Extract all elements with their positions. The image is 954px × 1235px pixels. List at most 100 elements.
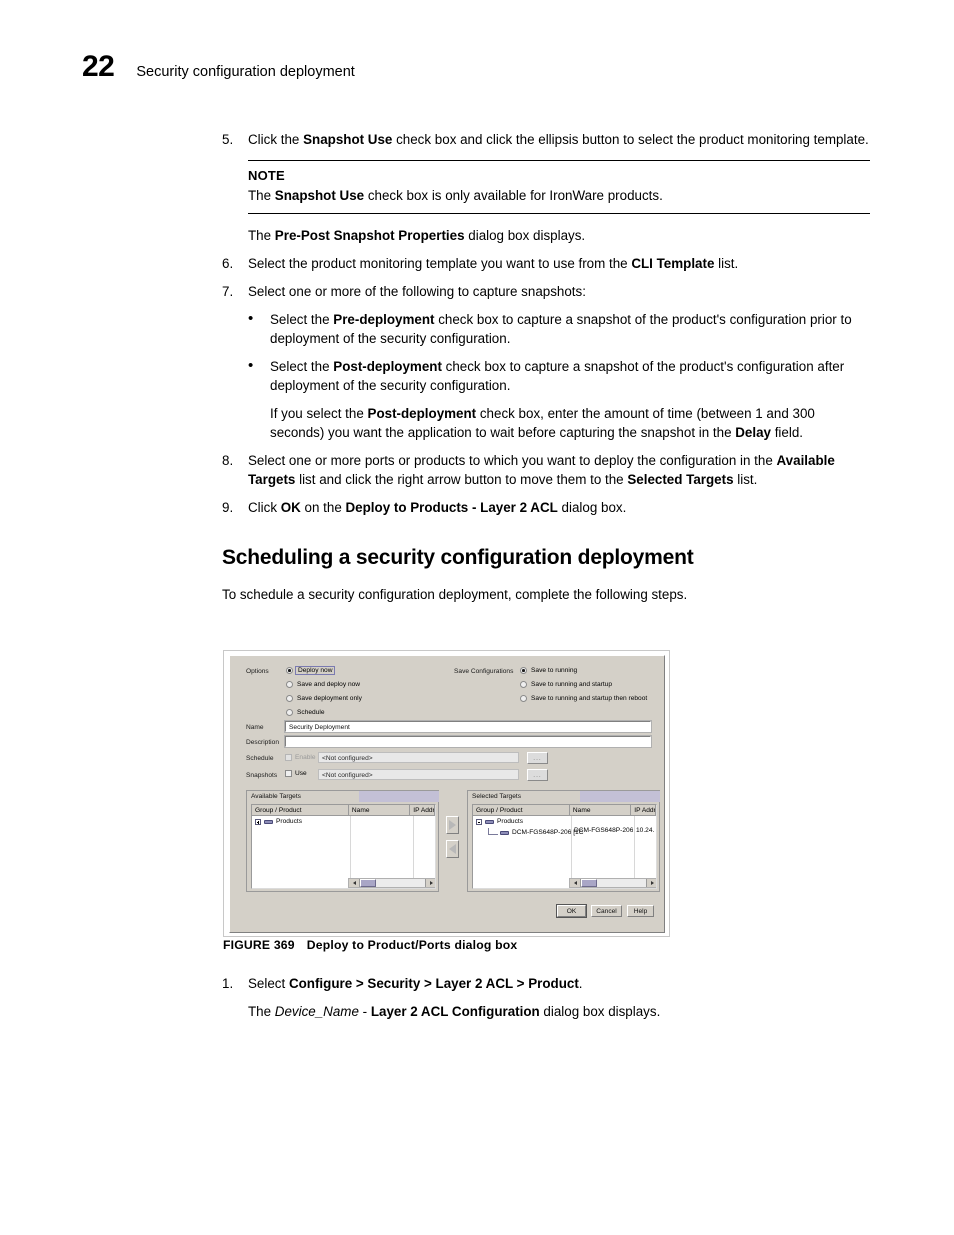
selected-scroll-track[interactable] xyxy=(581,879,646,887)
delay-bold-1: Post-deployment xyxy=(367,405,477,421)
selected-grid-divider xyxy=(571,816,572,878)
step-8-post: list. xyxy=(733,471,758,487)
scroll-right-arrow-icon[interactable] xyxy=(646,879,656,887)
available-targets-rows: Products xyxy=(252,816,435,878)
trailing-step-1-pre: Select xyxy=(248,976,289,991)
radio-save-to-running-startup-reboot[interactable]: Save to running and startup then reboot xyxy=(520,695,647,702)
radio-schedule-label: Schedule xyxy=(297,709,325,716)
trailing-sub-italic: Device_Name xyxy=(274,1004,359,1020)
available-col-name[interactable]: Name xyxy=(349,805,411,815)
products-group-icon xyxy=(264,819,273,825)
snapshots-value-field: <Not configured> xyxy=(318,769,519,780)
radio-save-to-running-and-startup[interactable]: Save to running and startup xyxy=(520,681,612,688)
name-label: Name xyxy=(246,724,264,731)
step-6-pre: Select the product monitoring template y… xyxy=(248,255,632,271)
note-title: NOTE xyxy=(248,168,285,184)
page-header: 22 Security configuration deployment xyxy=(82,52,355,82)
radio-save-to-running-and-startup-label: Save to running and startup xyxy=(531,681,613,688)
available-targets-panel: Available Targets Group / Product Name I… xyxy=(246,790,439,892)
tree-row-products[interactable]: Products xyxy=(252,816,435,827)
radio-schedule[interactable]: Schedule xyxy=(286,709,325,716)
available-grid-divider xyxy=(413,816,414,878)
trailing-step-1-text: Select Configure > Security > Layer 2 AC… xyxy=(248,974,870,993)
schedule-enable-checkbox[interactable]: Enable xyxy=(285,754,316,761)
figure-image: Options Deploy now Save and deploy now S… xyxy=(223,650,670,937)
step-8-text: Select one or more ports or products to … xyxy=(248,451,870,489)
after-note-paragraph: The Pre-Post Snapshot Properties dialog … xyxy=(248,226,870,245)
step-5: 5. Click the Snapshot Use check box and … xyxy=(222,130,870,149)
bullet-item-pre-deployment: • Select the Pre-deployment check box to… xyxy=(248,310,870,348)
step-9-text: Click OK on the Deploy to Products - Lay… xyxy=(248,498,870,517)
step-5-number: 5. xyxy=(222,132,234,147)
selected-col-name[interactable]: Name xyxy=(570,805,632,815)
arrow-right-icon xyxy=(449,820,456,830)
bullet-item-post-deployment: • Select the Post-deployment check box t… xyxy=(248,357,870,395)
radio-save-deployment-only[interactable]: Save deployment only xyxy=(286,695,362,702)
move-left-button[interactable] xyxy=(446,840,459,858)
page-number: 22 xyxy=(82,50,115,83)
step-9-mid: on the xyxy=(300,499,346,515)
deploy-to-product-ports-dialog: Options Deploy now Save and deploy now S… xyxy=(229,655,665,933)
available-targets-grid-header: Group / Product Name IP Addr xyxy=(252,805,435,816)
step-8-number: 8. xyxy=(222,452,234,468)
description-input[interactable] xyxy=(284,735,652,748)
scroll-right-arrow-icon[interactable] xyxy=(425,879,435,887)
radio-save-and-deploy-now-indicator xyxy=(286,681,293,688)
selected-col-group-product[interactable]: Group / Product xyxy=(473,805,570,815)
radio-save-to-running-label: Save to running xyxy=(531,667,578,674)
step-5-post: check box and click the ellipsis button … xyxy=(392,132,869,147)
available-targets-title: Available Targets xyxy=(247,791,301,802)
after-note-pre: The xyxy=(248,227,275,243)
expander-plus-icon[interactable] xyxy=(255,818,261,825)
help-button[interactable]: Help xyxy=(627,905,654,917)
available-scroll-thumb[interactable] xyxy=(360,879,376,887)
selected-scroll-thumb[interactable] xyxy=(581,879,597,887)
section-heading: Scheduling a security configuration depl… xyxy=(222,545,694,569)
products-group-icon xyxy=(485,819,494,825)
section-intro: To schedule a security configuration dep… xyxy=(222,586,688,602)
scroll-left-arrow-icon[interactable] xyxy=(570,879,581,887)
after-note-post: dialog box displays. xyxy=(464,227,586,243)
radio-save-to-running[interactable]: Save to running xyxy=(520,667,577,674)
snapshots-label: Snapshots xyxy=(246,772,278,779)
radio-save-and-deploy-now[interactable]: Save and deploy now xyxy=(286,681,360,688)
tree-elbow-icon xyxy=(488,827,498,835)
ok-button[interactable]: OK xyxy=(556,904,587,918)
save-configurations-label: Save Configurations xyxy=(454,668,514,675)
selected-horizontal-scrollbar[interactable] xyxy=(569,878,656,888)
selected-targets-grid-header: Group / Product Name IP Addr xyxy=(473,805,656,816)
body-content: 5. Click the Snapshot Use check box and … xyxy=(222,130,870,618)
radio-deploy-now[interactable]: Deploy now xyxy=(286,666,336,675)
schedule-enable-checkbox-box xyxy=(285,754,292,761)
snapshots-use-checkbox[interactable]: Use xyxy=(285,770,307,777)
available-horizontal-scrollbar[interactable] xyxy=(348,878,435,888)
step-7: 7. Select one or more of the following t… xyxy=(222,282,870,301)
available-scroll-track[interactable] xyxy=(360,879,425,887)
selected-col-ip[interactable]: IP Addr xyxy=(631,805,656,815)
figure-label: FIGURE 369 xyxy=(223,938,295,952)
selected-targets-grid[interactable]: Group / Product Name IP Addr Products DC… xyxy=(472,804,657,889)
tree-row-products[interactable]: Products xyxy=(473,816,656,827)
trailing-sub-pre: The xyxy=(248,1004,275,1020)
available-targets-grid[interactable]: Group / Product Name IP Addr Products xyxy=(251,804,436,889)
figure-caption-text: Deploy to Product/Ports dialog box xyxy=(306,938,518,952)
bullet-2-bold: Post-deployment xyxy=(333,358,442,374)
available-col-ip[interactable]: IP Addr xyxy=(410,805,435,815)
tree-row-device-ip: 10.24. xyxy=(636,827,655,834)
cancel-button[interactable]: Cancel xyxy=(591,905,622,917)
scroll-left-arrow-icon[interactable] xyxy=(349,879,360,887)
snapshots-ellipsis-button[interactable]: ... xyxy=(527,769,548,781)
step-9: 9. Click OK on the Deploy to Products - … xyxy=(222,498,870,517)
tree-row-device-name: DCM-FGS648P-206 xyxy=(574,827,634,834)
selected-targets-title: Selected Targets xyxy=(468,791,521,802)
expander-minus-icon[interactable] xyxy=(476,818,482,825)
schedule-ellipsis-button[interactable]: ... xyxy=(527,752,548,764)
available-grid-divider xyxy=(350,816,351,878)
available-col-group-product[interactable]: Group / Product xyxy=(252,805,349,815)
name-input[interactable]: Security Deployment xyxy=(284,720,652,733)
note-block: NOTE The Snapshot Use check box is only … xyxy=(248,160,870,214)
trailing-sub-bold: Layer 2 ACL Configuration xyxy=(370,1004,540,1020)
after-note-bold: Pre-Post Snapshot Properties xyxy=(274,227,465,243)
delay-paragraph: If you select the Post-deployment check … xyxy=(270,404,870,442)
move-right-button[interactable] xyxy=(446,816,459,834)
